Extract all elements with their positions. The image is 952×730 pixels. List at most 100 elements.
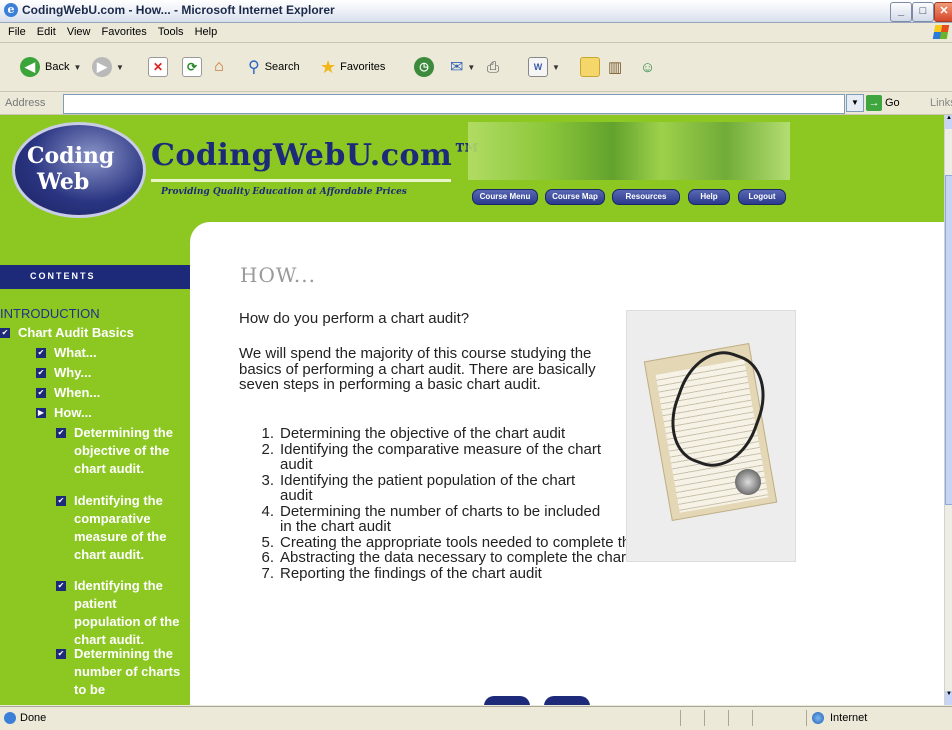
toc-item-patient-population[interactable]: ✔ Identifying the patient population of … — [56, 577, 186, 649]
mail-icon: ✉ — [450, 59, 464, 76]
home-button[interactable]: ⌂ — [210, 55, 228, 79]
address-dropdown-icon[interactable]: ▼ — [846, 94, 864, 112]
status-divider — [728, 710, 729, 726]
chevron-down-icon[interactable]: ▼ — [116, 63, 124, 72]
folder-icon — [580, 57, 600, 77]
status-bar: Done Internet — [0, 706, 952, 730]
status-divider — [680, 710, 681, 726]
print-icon: ⎙ — [487, 58, 500, 76]
edit-button[interactable]: W ▼ — [528, 55, 560, 79]
address-bar: Address ▼ → Go Links — [0, 92, 952, 115]
intro-paragraph: We will spend the majority of this cours… — [239, 345, 596, 393]
messenger-button[interactable]: ☺ — [640, 55, 655, 79]
toc-item-label: Identifying the comparative measure of t… — [74, 493, 167, 562]
toc-item-when[interactable]: ✔ When... — [36, 384, 186, 402]
site-logo[interactable]: Coding Web — [12, 122, 146, 218]
favorites-label: Favorites — [340, 61, 386, 73]
search-label: Search — [264, 61, 300, 73]
list-item: 7. Reporting the findings of the chart au… — [261, 564, 542, 582]
history-icon: ◷ — [414, 57, 434, 77]
toc-item-label: When... — [54, 385, 101, 400]
star-icon: ★ — [320, 56, 337, 77]
page-done-icon — [4, 712, 16, 724]
scroll-down-icon[interactable]: ▼ — [945, 691, 952, 705]
close-button[interactable]: ✕ — [934, 2, 952, 22]
toc-item-label: What... — [54, 345, 97, 360]
checkbox-icon: ✔ — [36, 388, 46, 398]
status-divider — [752, 710, 753, 726]
list-item: 2. Identifying the comparative measure of… — [261, 440, 602, 473]
step-text: Determining the number of charts to be i… — [280, 502, 601, 535]
menu-tools[interactable]: Tools — [158, 26, 184, 38]
toc-item-how[interactable]: ▶ How... — [36, 404, 186, 422]
stethoscope-clipboard-image — [626, 310, 796, 562]
tagline: Providing Quality Education at Affordabl… — [161, 187, 407, 197]
checkbox-icon: ✔ — [56, 496, 66, 506]
toc-item-label: Identifying the patient population of th… — [74, 578, 180, 647]
chevron-down-icon[interactable]: ▼ — [73, 63, 81, 72]
scroll-up-icon[interactable]: ▲ — [945, 115, 952, 129]
checkbox-icon: ✔ — [56, 649, 66, 659]
intro-question: How do you perform a chart audit? — [239, 310, 470, 327]
messenger-icon: ☺ — [640, 58, 656, 76]
step-text: Reporting the findings of the chart audi… — [280, 564, 542, 582]
menu-file[interactable]: File — [8, 26, 26, 38]
step-text: Identifying the patient population of th… — [280, 471, 576, 504]
stop-button[interactable]: ✕ — [148, 55, 168, 79]
address-input[interactable] — [63, 94, 845, 114]
toc-item-label: Why... — [54, 365, 92, 380]
menu-favorites[interactable]: Favorites — [102, 26, 147, 38]
toc-introduction[interactable]: INTRODUCTION — [0, 305, 100, 323]
research-button[interactable]: ▥ — [608, 55, 622, 79]
toc-item-determining-objective[interactable]: ✔ Determining the objective of the chart… — [56, 424, 186, 478]
stethoscope-chestpiece-shape — [735, 469, 761, 495]
nav-help[interactable]: Help — [688, 189, 730, 205]
step-text: Determining the objective of the chart a… — [280, 425, 566, 442]
nav-resources[interactable]: Resources — [612, 189, 680, 205]
chevron-down-icon[interactable]: ▼ — [467, 63, 475, 72]
search-button[interactable]: ⚲ Search — [248, 55, 300, 79]
toc-item-why[interactable]: ✔ Why... — [36, 364, 186, 382]
status-divider — [704, 710, 705, 726]
go-button[interactable]: → Go — [866, 94, 900, 112]
menu-help[interactable]: Help — [195, 26, 218, 38]
toc-item-number-of-charts[interactable]: ✔ Determining the number of charts to be — [56, 645, 186, 699]
refresh-icon: ⟳ — [182, 57, 202, 77]
step-text: Identifying the comparative measure of t… — [280, 440, 602, 473]
step-text: Abstracting the data necessary to comple… — [280, 549, 667, 566]
scroll-thumb[interactable] — [945, 175, 952, 505]
internet-globe-icon — [812, 712, 824, 724]
status-divider — [806, 710, 807, 726]
toc-item-label: How... — [54, 405, 92, 420]
minimize-button[interactable]: _ — [890, 2, 912, 22]
back-arrow-icon: ◀ — [20, 57, 40, 77]
next-page-button[interactable] — [544, 696, 590, 705]
menu-view[interactable]: View — [67, 26, 91, 38]
forward-button[interactable]: ▶ ▼ — [92, 55, 124, 79]
windows-logo-icon — [932, 25, 950, 39]
back-label: Back — [45, 61, 70, 73]
toc-item-what[interactable]: ✔ What... — [36, 344, 186, 362]
toc-item-chart-audit-basics[interactable]: ✔ Chart Audit Basics — [0, 324, 190, 342]
checkbox-icon: ✔ — [36, 368, 46, 378]
vertical-scrollbar[interactable]: ▲ ▼ — [944, 115, 952, 705]
refresh-button[interactable]: ⟳ — [182, 55, 202, 79]
back-page-button[interactable] — [484, 696, 530, 705]
toc-item-comparative-measure[interactable]: ✔ Identifying the comparative measure of… — [56, 492, 186, 564]
nav-course-menu[interactable]: Course Menu — [472, 189, 538, 205]
mail-button[interactable]: ✉ ▼ — [450, 55, 475, 79]
history-button[interactable]: ◷ — [414, 55, 434, 79]
chevron-down-icon[interactable]: ▼ — [552, 63, 560, 72]
nav-course-map[interactable]: Course Map — [545, 189, 605, 205]
print-button[interactable]: ⎙ — [487, 55, 499, 79]
favorites-button[interactable]: ★ Favorites — [320, 55, 385, 79]
nav-logout[interactable]: Logout — [738, 189, 786, 205]
menu-bar: File Edit View Favorites Tools Help — [0, 23, 952, 43]
contents-heading-bar: CONTENTS — [0, 265, 206, 289]
security-zone-text: Internet — [830, 712, 868, 724]
back-button[interactable]: ◀ Back ▼ — [20, 55, 81, 79]
menu-edit[interactable]: Edit — [37, 26, 56, 38]
maximize-button[interactable]: □ — [912, 2, 934, 22]
discuss-button[interactable] — [580, 55, 600, 79]
links-label[interactable]: Links — [930, 97, 952, 109]
